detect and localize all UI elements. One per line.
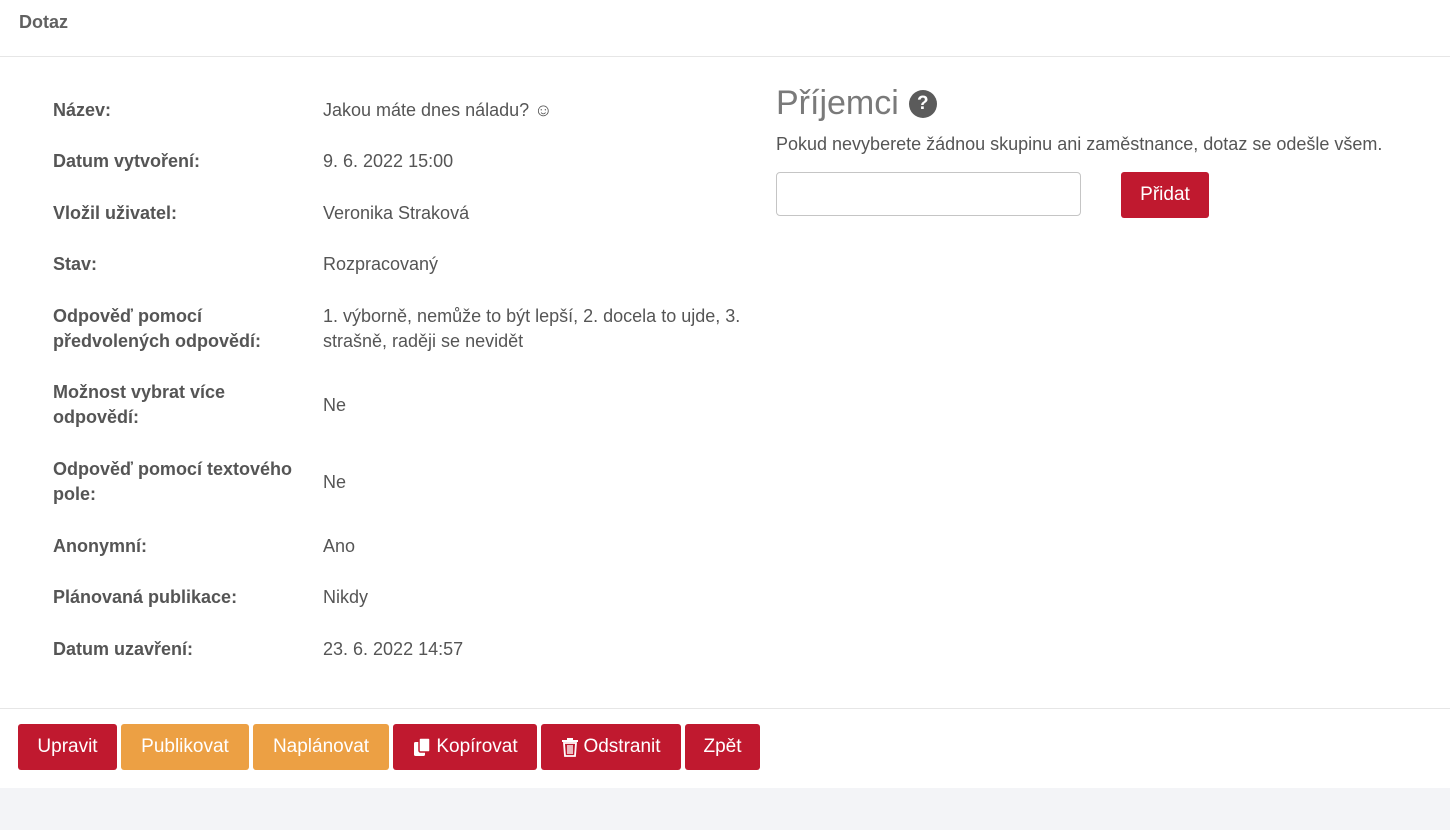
edit-button-label: Upravit: [37, 736, 98, 757]
recipients-description: Pokud nevyberete žádnou skupinu ani zamě…: [776, 134, 1383, 154]
recipients-search-input[interactable]: [776, 172, 1081, 216]
copy-button[interactable]: Kopírovat: [393, 724, 537, 770]
detail-value: Ne: [323, 395, 347, 415]
trash-icon: [561, 737, 579, 757]
detail-label: Odpověď pomocí textového pole:: [53, 459, 292, 504]
detail-value: 9. 6. 2022 15:00: [323, 151, 454, 171]
recipients-title: Příjemci: [776, 84, 899, 122]
question-circle-icon[interactable]: ?: [908, 89, 937, 118]
detail-label: Anonymní:: [53, 536, 147, 556]
detail-value: Jakou máte dnes náladu? ☺: [323, 100, 553, 120]
detail-label: Datum vytvoření:: [53, 151, 201, 171]
detail-value: Nikdy: [323, 587, 369, 607]
detail-value: Ano: [323, 536, 356, 556]
detail-label: Odpověď pomocí předvolených odpovědí:: [53, 306, 262, 351]
detail-value: 23. 6. 2022 14:57: [323, 639, 464, 659]
page-title: Dotaz: [19, 12, 68, 32]
detail-label: Datum uzavření:: [53, 639, 194, 659]
schedule-button-label: Naplánovat: [272, 736, 370, 757]
schedule-button[interactable]: Naplánovat: [253, 724, 389, 770]
publish-button[interactable]: Publikovat: [121, 724, 249, 770]
detail-value: Rozpracovaný: [323, 254, 439, 274]
detail-label: Možnost vybrat více odpovědí:: [53, 382, 226, 427]
recipients-heading: Příjemci ?: [776, 84, 937, 123]
action-bar: Upravit Publikovat Naplánovat Kopírovat: [0, 708, 1450, 788]
publish-button-label: Publikovat: [141, 736, 229, 757]
detail-label: Plánovaná publikace:: [53, 587, 238, 607]
detail-label: Stav:: [53, 254, 98, 274]
detail-value: Veronika Straková: [323, 203, 470, 223]
delete-button[interactable]: Odstranit: [541, 724, 681, 770]
delete-button-label: Odstranit: [583, 736, 661, 757]
detail-label: Vložil uživatel:: [53, 203, 178, 223]
card-header: Dotaz: [0, 0, 1450, 57]
add-recipient-button[interactable]: Přidat: [1121, 172, 1209, 218]
detail-value: Ne: [323, 472, 347, 492]
back-button-label: Zpět: [703, 736, 742, 757]
query-detail-card: Dotaz Název: Jakou máte dnes náladu? ☺ D…: [0, 0, 1450, 788]
detail-value: 1. výborně, nemůže to být lepší, 2. doce…: [323, 306, 741, 351]
edit-button[interactable]: Upravit: [18, 724, 117, 770]
copy-icon: [412, 737, 432, 757]
copy-button-label: Kopírovat: [436, 736, 518, 757]
back-button[interactable]: Zpět: [685, 724, 760, 770]
detail-label: Název:: [53, 100, 112, 120]
